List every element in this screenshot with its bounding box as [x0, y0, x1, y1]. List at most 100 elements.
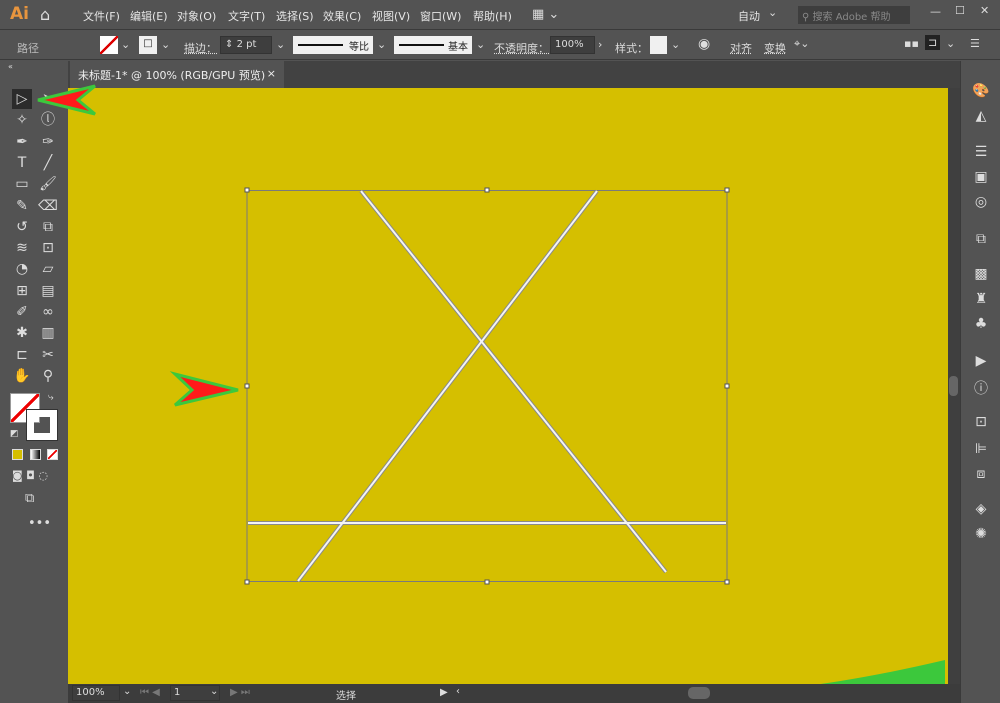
free-transform-tool[interactable]: ⊡ — [38, 238, 58, 258]
actions-icon[interactable]: ▶ — [971, 353, 991, 373]
menu-select[interactable]: 选择(S) — [276, 8, 314, 24]
graphic-style-swatch[interactable] — [650, 36, 667, 54]
warp-tool[interactable]: ≋ — [12, 238, 32, 258]
first-artboard-icon[interactable]: ⏮ ◀ — [140, 687, 160, 698]
chevron-down-icon[interactable]: ⌄ — [161, 38, 170, 51]
align-button[interactable]: 对齐 — [730, 40, 752, 56]
magic-wand-tool[interactable]: ✧ — [12, 110, 32, 130]
hand-tool[interactable]: ✋ — [12, 366, 32, 386]
snap-icon[interactable]: ⊐ — [925, 35, 941, 50]
gradient-icon[interactable]: ▣ — [971, 169, 991, 189]
gradient-tool[interactable]: ▤ — [38, 281, 58, 301]
opacity-input[interactable]: 100% — [550, 36, 595, 54]
close-tab-icon[interactable]: × — [267, 67, 276, 80]
graph-tool[interactable]: ▥ — [38, 323, 58, 343]
stroke-swatch[interactable]: □ — [139, 36, 157, 54]
swap-colors-icon[interactable]: ⤷ — [48, 392, 54, 403]
next-artboard-icon[interactable]: ▶ ⏭ — [230, 687, 250, 698]
artboard-tool[interactable]: ⊏ — [12, 345, 32, 365]
stroke-color[interactable] — [26, 409, 58, 441]
mesh-tool[interactable]: ⊞ — [12, 281, 32, 301]
scale-tool[interactable]: ⧉ — [38, 217, 58, 237]
align-icon[interactable]: ⊫ — [971, 441, 991, 461]
appearance-icon[interactable]: ⧉ — [971, 231, 991, 251]
pen-tool[interactable]: ✒ — [12, 132, 32, 152]
menu-help[interactable]: 帮助(H) — [473, 8, 512, 24]
color-guide-icon[interactable]: ◭ — [971, 108, 991, 128]
eyedropper-tool[interactable]: ✐ — [12, 302, 32, 322]
graphic-styles-icon[interactable]: ▩ — [971, 266, 991, 286]
chevron-down-icon[interactable]: ⌄ — [210, 686, 218, 697]
screen-mode-icon[interactable]: ⧉ — [25, 491, 34, 506]
puppet-warp-icon[interactable]: ⌖⌄ — [794, 37, 809, 51]
document-info-icon[interactable]: ⓘ — [971, 378, 991, 398]
rectangle-tool[interactable]: ▭ — [12, 174, 32, 194]
minimize-button[interactable]: — — [930, 5, 941, 18]
menu-window[interactable]: 窗口(W) — [420, 8, 461, 24]
direct-selection-tool[interactable]: ➤ — [38, 89, 58, 109]
none-mode-icon[interactable] — [47, 449, 58, 460]
menu-view[interactable]: 视图(V) — [372, 8, 410, 24]
scroll-left-icon[interactable]: ‹ — [456, 686, 460, 697]
chevron-down-icon[interactable]: ⌄ — [768, 6, 777, 19]
zoom-tool[interactable]: ⚲ — [38, 366, 58, 386]
tab-document[interactable]: 未标题-1* @ 100% (RGB/GPU 预览) × — [70, 61, 284, 88]
blend-tool[interactable]: ∞ — [38, 302, 58, 322]
menu-file[interactable]: 文件(F) — [83, 8, 120, 24]
chevron-down-icon[interactable]: ⌄ — [377, 38, 386, 51]
menu-type[interactable]: 文字(T) — [228, 8, 265, 24]
opacity-label[interactable]: 不透明度： — [494, 40, 549, 56]
canvas[interactable] — [68, 88, 948, 684]
scrollbar-thumb[interactable] — [949, 376, 958, 396]
chevron-down-icon[interactable]: ⌄ — [121, 38, 130, 51]
selection-tool[interactable]: ▷ — [12, 89, 32, 109]
symbols-icon[interactable]: ♜ — [971, 291, 991, 311]
chevron-down-icon[interactable]: ⌄ — [946, 37, 955, 50]
transform-button[interactable]: 变换 — [764, 40, 786, 56]
rotate-tool[interactable]: ↺ — [12, 217, 32, 237]
zoom-input[interactable]: 100% — [72, 685, 120, 701]
libraries-icon[interactable]: ✺ — [971, 526, 991, 546]
chevron-down-icon[interactable]: ⌄ — [671, 38, 680, 51]
chevron-right-icon[interactable]: › — [598, 38, 602, 51]
panel-menu-icon[interactable]: ☰ — [970, 37, 980, 50]
shaper-tool[interactable]: ✎ — [12, 196, 32, 216]
menu-object[interactable]: 对象(O) — [177, 8, 216, 24]
type-tool[interactable]: T — [12, 153, 32, 173]
close-window-button[interactable]: ✕ — [980, 4, 989, 17]
line-tool[interactable]: ╱ — [38, 153, 58, 173]
more-tools-icon[interactable]: ••• — [28, 516, 51, 531]
stroke-icon[interactable]: ☰ — [971, 144, 991, 164]
variable-width-profile[interactable]: 等比 — [293, 36, 373, 54]
symbol-sprayer-tool[interactable]: ✱ — [12, 323, 32, 343]
menu-edit[interactable]: 编辑(E) — [130, 8, 168, 24]
chevron-down-icon[interactable]: ⌄ — [123, 686, 131, 697]
stroke-weight-input[interactable]: ⇕ 2 pt — [220, 36, 272, 54]
eraser-tool[interactable]: ⌫ — [38, 196, 58, 216]
chevron-down-icon[interactable]: ⌄ — [276, 38, 285, 51]
chevron-down-icon[interactable]: ⌄ — [476, 38, 485, 51]
brushes-icon[interactable]: ♣ — [971, 316, 991, 336]
search-input[interactable]: ⚲ 搜索 Adobe 帮助 — [798, 6, 910, 24]
collapse-icon[interactable]: « — [8, 62, 13, 71]
shape-builder-tool[interactable]: ◔ — [12, 259, 32, 279]
layers-icon[interactable]: ◈ — [971, 501, 991, 521]
curvature-tool[interactable]: ✑ — [38, 132, 58, 152]
paintbrush-tool[interactable]: 🖌 — [38, 174, 58, 194]
vertical-scrollbar[interactable] — [948, 88, 960, 684]
horizontal-scrollbar-thumb[interactable] — [688, 687, 710, 699]
pathfinder-icon[interactable]: ⧈ — [971, 466, 991, 486]
transform-icon[interactable]: ⊡ — [971, 414, 991, 434]
gradient-mode-icon[interactable] — [30, 449, 41, 460]
arrange-documents-icon[interactable]: ▦ ⌄ — [532, 7, 559, 22]
home-icon[interactable]: ⌂ — [40, 5, 50, 24]
stroke-label[interactable]: 描边： — [184, 40, 217, 56]
slice-tool[interactable]: ✂ — [38, 345, 58, 365]
default-colors-icon[interactable]: ◩ — [10, 429, 19, 439]
menu-effect[interactable]: 效果(C) — [323, 8, 361, 24]
color-mode-icon[interactable] — [12, 449, 23, 460]
lasso-tool[interactable]: ⓛ — [38, 110, 58, 130]
workspace-switcher[interactable]: 自动 — [738, 8, 760, 24]
transparency-icon[interactable]: ◎ — [971, 194, 991, 214]
perspective-tool[interactable]: ▱ — [38, 259, 58, 279]
